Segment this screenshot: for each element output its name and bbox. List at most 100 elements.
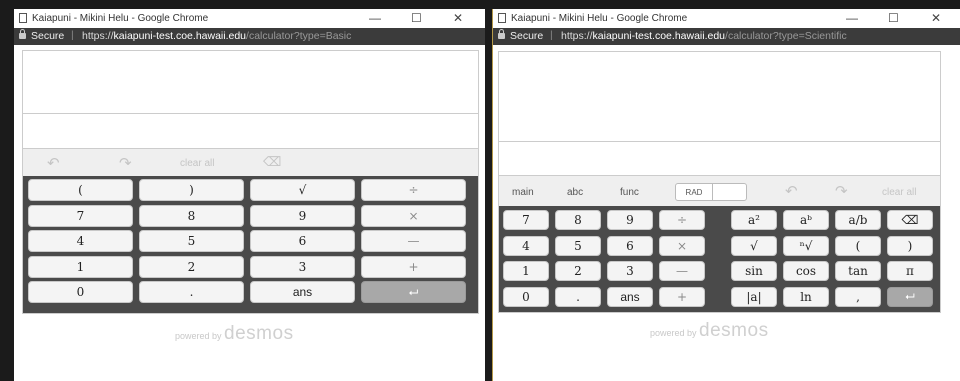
answer-area	[23, 114, 478, 149]
num-key-3-2[interactable]: ans	[607, 286, 653, 307]
backspace-key[interactable]: ⌫	[887, 210, 933, 230]
num-key-2-1[interactable]: 2	[555, 261, 601, 281]
func-key-2-2[interactable]: tan	[835, 261, 881, 281]
page-icon	[19, 13, 27, 23]
address-bar[interactable]: Secure | https://kaiapuni-test.coe.hawai…	[493, 28, 960, 45]
redo-icon[interactable]: ↷	[835, 182, 848, 200]
key-0-2[interactable]: √	[250, 179, 355, 201]
key-0-1[interactable]: )	[139, 179, 244, 201]
key-2-0[interactable]: 4	[28, 230, 133, 252]
redo-icon[interactable]: ↷	[119, 154, 132, 172]
key-4-1[interactable]: .	[139, 281, 244, 303]
enter-key[interactable]: ⮠	[361, 281, 466, 303]
scientific-keypad: 7 8 9 ÷ 4 5 6 × 1 2 3 — 0. ans + a² aᵇ a/b ⌫ √ ⁿ√ () sin cos tan…	[499, 206, 940, 312]
num-key-0-3[interactable]: ÷	[659, 210, 705, 230]
desmos-logo[interactable]: desmos	[699, 320, 769, 341]
func-key-0-2[interactable]: a/b	[835, 210, 881, 230]
key-3-1[interactable]: 2	[139, 255, 244, 278]
calculator-toolbar: main abc func RAD ↶ ↷ clear all	[499, 176, 940, 208]
desmos-logo[interactable]: desmos	[224, 323, 294, 344]
key-0-0[interactable]: (	[28, 179, 133, 201]
window-title: Kaiapuni - Mikini Helu - Google Chrome	[511, 13, 688, 24]
func-key-3-2[interactable]: ,	[835, 286, 881, 307]
key-1-1[interactable]: 8	[139, 204, 244, 227]
lock-icon	[19, 29, 26, 39]
tab-func[interactable]: func	[620, 187, 639, 198]
close-icon[interactable]: ✕	[453, 11, 463, 25]
expression-area[interactable]	[499, 52, 940, 142]
func-key-1-1[interactable]: ⁿ√	[783, 235, 829, 256]
url-text[interactable]: https://kaiapuni-test.coe.hawaii.edu/cal…	[561, 30, 847, 42]
func-key-2-0[interactable]: sin	[731, 261, 777, 281]
num-key-3-1[interactable]: .	[555, 286, 601, 307]
window-title: Kaiapuni - Mikini Helu - Google Chrome	[32, 13, 209, 24]
num-key-2-2[interactable]: 3	[607, 261, 653, 281]
basic-calculator-window: Kaiapuni - Mikini Helu - Google Chrome —…	[14, 9, 485, 381]
key-0-3[interactable]: ÷	[361, 179, 466, 201]
num-key-3-0[interactable]: 0	[503, 286, 549, 307]
func-key-1-0[interactable]: √	[731, 235, 777, 256]
func-key-2-1[interactable]: cos	[783, 261, 829, 281]
num-key-1-3[interactable]: ×	[659, 235, 705, 256]
num-key-0-2[interactable]: 9	[607, 210, 653, 230]
secure-label: Secure	[31, 30, 65, 42]
title-bar: Kaiapuni - Mikini Helu - Google Chrome —…	[14, 9, 485, 28]
minimize-icon[interactable]: —	[846, 11, 858, 25]
num-key-1-1[interactable]: 5	[555, 235, 601, 256]
minimize-icon[interactable]: —	[369, 11, 381, 25]
key-3-2[interactable]: 3	[250, 255, 355, 278]
rad-deg-toggle[interactable]: RAD	[675, 183, 747, 201]
func-key-3-0[interactable]: |a|	[731, 286, 777, 307]
key-2-1[interactable]: 5	[139, 230, 244, 252]
num-key-2-0[interactable]: 1	[503, 261, 549, 281]
close-icon[interactable]: ✕	[931, 11, 941, 25]
num-key-0-0[interactable]: 7	[503, 210, 549, 230]
url-text[interactable]: https://kaiapuni-test.coe.hawaii.edu/cal…	[82, 30, 351, 42]
lock-icon	[498, 29, 505, 39]
key-2-3[interactable]: —	[361, 230, 466, 252]
num-key-2-3[interactable]: —	[659, 261, 705, 281]
func-key-1-2[interactable]: (	[835, 235, 881, 256]
calculator-toolbar: ↶ ↷ clear all ⌫	[23, 149, 478, 177]
undo-icon[interactable]: ↶	[785, 182, 798, 200]
maximize-icon[interactable]: ☐	[888, 11, 899, 25]
enter-key[interactable]: ⮠	[887, 286, 933, 307]
basic-keypad: () √ ÷ 7 8 9 × 4 5 6 — 1 2 3 +0. ans ⮠	[23, 176, 478, 313]
answer-area	[499, 142, 940, 176]
func-key-0-0[interactable]: a²	[731, 210, 777, 230]
key-1-3[interactable]: ×	[361, 204, 466, 227]
key-4-2[interactable]: ans	[250, 281, 355, 303]
func-key-2-3[interactable]: π	[887, 261, 933, 281]
key-3-3[interactable]: +	[361, 255, 466, 278]
key-3-0[interactable]: 1	[28, 255, 133, 278]
func-key-1-3[interactable]: )	[887, 235, 933, 256]
scientific-calculator-window: Kaiapuni - Mikini Helu - Google Chrome —…	[492, 9, 960, 381]
num-key-1-2[interactable]: 6	[607, 235, 653, 256]
clear-all-button[interactable]: clear all	[180, 158, 214, 169]
maximize-icon[interactable]: ☐	[411, 11, 422, 25]
num-key-3-3[interactable]: +	[659, 286, 705, 307]
basic-calculator: ↶ ↷ clear all ⌫ () √ ÷ 7 8 9 × 4 5 6 — 1 2 3 +0. ans ⮠	[22, 50, 479, 314]
powered-by: powered by desmos	[175, 323, 294, 344]
expression-area[interactable]	[23, 51, 478, 114]
title-bar: Kaiapuni - Mikini Helu - Google Chrome —…	[493, 9, 960, 28]
secure-label: Secure	[510, 30, 544, 42]
tab-abc[interactable]: abc	[567, 187, 583, 198]
key-4-0[interactable]: 0	[28, 281, 133, 303]
clear-all-button[interactable]: clear all	[882, 187, 916, 198]
backspace-icon[interactable]: ⌫	[263, 154, 281, 170]
scientific-calculator: main abc func RAD ↶ ↷ clear all 7 8 9 ÷ 4 5 6 ×…	[498, 51, 941, 313]
func-key-3-1[interactable]: ln	[783, 286, 829, 307]
tab-main[interactable]: main	[512, 187, 534, 198]
key-1-2[interactable]: 9	[250, 204, 355, 227]
num-key-0-1[interactable]: 8	[555, 210, 601, 230]
rad-label: RAD	[676, 184, 713, 200]
num-key-1-0[interactable]: 4	[503, 235, 549, 256]
key-2-2[interactable]: 6	[250, 230, 355, 252]
undo-icon[interactable]: ↶	[47, 154, 60, 172]
address-bar[interactable]: Secure | https://kaiapuni-test.coe.hawai…	[14, 28, 485, 45]
page-icon	[498, 13, 506, 23]
key-1-0[interactable]: 7	[28, 204, 133, 227]
func-key-0-1[interactable]: aᵇ	[783, 210, 829, 230]
powered-by: powered by desmos	[650, 320, 769, 341]
